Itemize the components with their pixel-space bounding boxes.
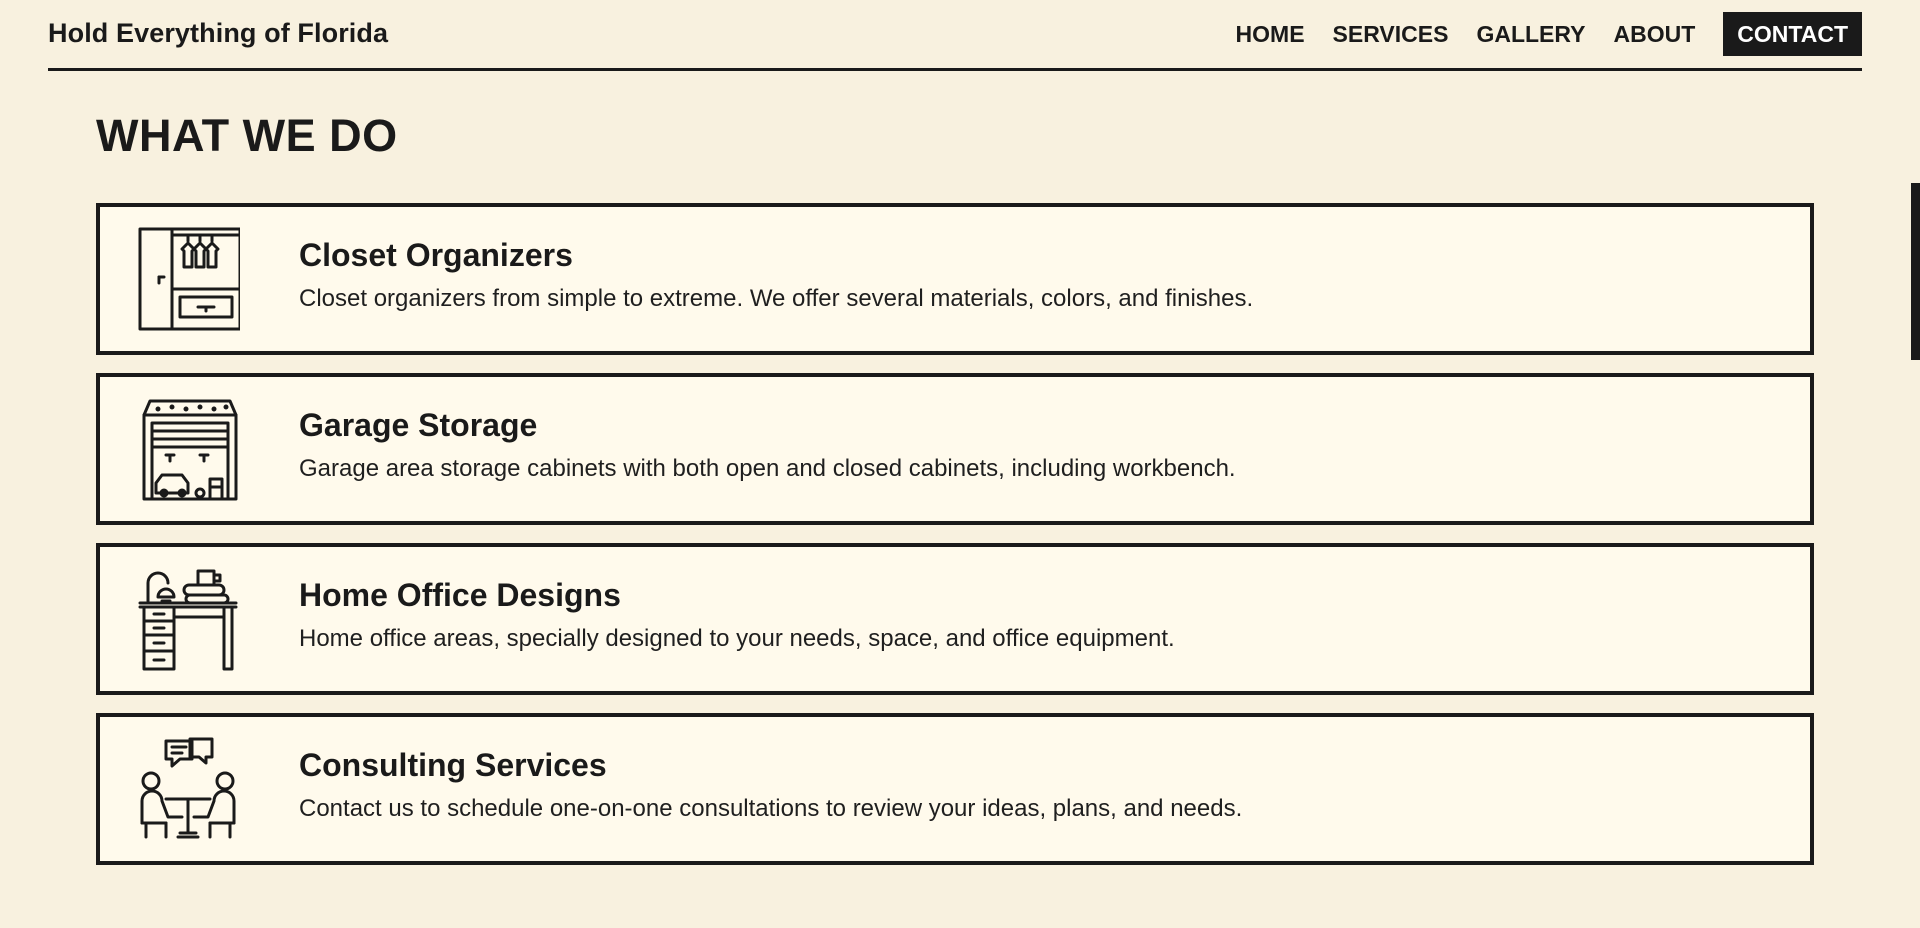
nav-home[interactable]: HOME: [1222, 12, 1319, 56]
service-description: Home office areas, specially designed to…: [299, 625, 1175, 652]
section-title: WHAT WE DO: [96, 110, 398, 161]
nav-services[interactable]: SERVICES: [1319, 12, 1463, 56]
main-nav: HOME SERVICES GALLERY ABOUT CONTACT: [1222, 12, 1862, 56]
closet-icon: [136, 227, 240, 331]
service-card-home-office-designs: Home Office Designs Home office areas, s…: [96, 543, 1814, 695]
service-description: Contact us to schedule one-on-one consul…: [299, 795, 1243, 822]
page-scrollbar-thumb[interactable]: [1911, 183, 1920, 360]
service-title: Home Office Designs: [299, 577, 621, 613]
service-card-consulting-services: Consulting Services Contact us to schedu…: [96, 713, 1814, 865]
site-header: Hold Everything of Florida HOME SERVICES…: [48, 0, 1862, 71]
nav-about[interactable]: ABOUT: [1599, 12, 1709, 56]
service-card-closet-organizers: Closet Organizers Closet organizers from…: [96, 203, 1814, 355]
service-title: Consulting Services: [299, 747, 607, 783]
nav-contact-button[interactable]: CONTACT: [1723, 12, 1862, 56]
service-description: Garage area storage cabinets with both o…: [299, 455, 1236, 482]
brand-logo-link[interactable]: Hold Everything of Florida: [48, 18, 388, 49]
desk-icon: [136, 567, 240, 671]
nav-gallery[interactable]: GALLERY: [1462, 12, 1599, 56]
service-card-garage-storage: Garage Storage Garage area storage cabin…: [96, 373, 1814, 525]
garage-icon: [136, 397, 240, 501]
consultation-icon: [136, 737, 240, 841]
service-title: Garage Storage: [299, 407, 538, 443]
service-title: Closet Organizers: [299, 237, 573, 273]
service-description: Closet organizers from simple to extreme…: [299, 285, 1254, 312]
